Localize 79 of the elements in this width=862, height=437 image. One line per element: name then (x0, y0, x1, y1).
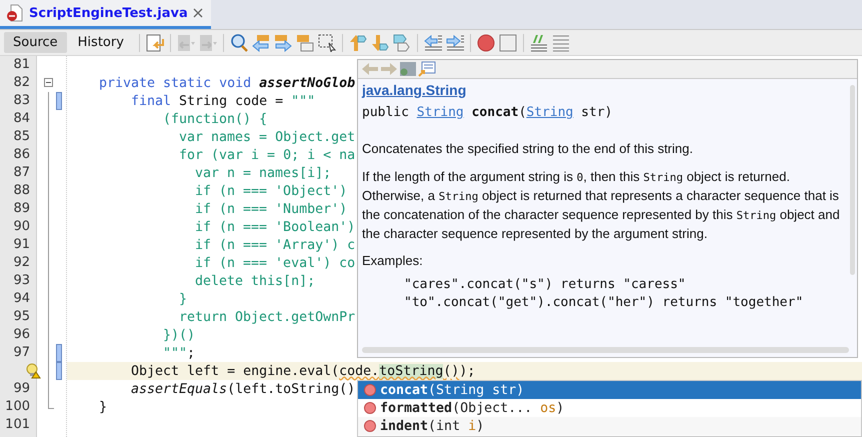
code-line: """; (163, 346, 196, 360)
next-bookmark-button[interactable] (370, 34, 389, 52)
line-number: 89 (13, 200, 30, 218)
line-number: 97 (13, 344, 30, 362)
completion-item[interactable]: indent(int i) (358, 417, 861, 435)
line-number: 85 (13, 128, 30, 146)
view-tab[interactable]: Source (4, 32, 67, 53)
find-next-button[interactable] (274, 34, 292, 52)
code-line: })() (163, 328, 196, 342)
file-tab[interactable]: ScriptEngineTest.java (0, 0, 211, 29)
code-line: if (n === 'eval') co (195, 256, 356, 270)
method-icon (364, 420, 376, 432)
code-line: if (n === 'Boolean') (195, 220, 356, 234)
code-line: assertEquals(left.toString() (131, 382, 356, 396)
comment-button[interactable] (530, 34, 548, 52)
method-icon (364, 384, 376, 396)
line-number: 90 (13, 218, 30, 236)
code-line: } (179, 292, 188, 306)
close-icon[interactable] (192, 8, 203, 18)
line-number: 93 (13, 272, 30, 290)
completion-item[interactable]: concat(String str) (358, 381, 861, 399)
code-line: var n = names[i]; (195, 166, 332, 180)
forward-icon[interactable] (380, 61, 398, 77)
rect-select-button[interactable] (318, 34, 336, 52)
code-line: for (var i = 0; i < na (179, 148, 356, 162)
line-number: 95 (13, 308, 30, 326)
line-number: 81 (13, 56, 30, 74)
line-number: 84 (13, 110, 30, 128)
last-edit-button[interactable] (146, 34, 164, 52)
scrollbar[interactable] (362, 347, 849, 353)
examples-label: Examples: (362, 253, 423, 268)
uncomment-button[interactable] (552, 34, 570, 52)
prev-bookmark-button[interactable] (348, 34, 367, 52)
source-icon[interactable] (418, 61, 436, 77)
class-link[interactable]: java.lang.String (362, 82, 466, 98)
scrollbar[interactable] (850, 85, 855, 275)
code-line: if (n === 'Array') c (195, 238, 356, 252)
line-number: 99 (13, 380, 30, 398)
code-line: private static void assertNoGlob (99, 76, 356, 90)
code-line: return Object.getOwnPr (179, 310, 356, 324)
line-number: 83 (13, 92, 30, 110)
record-button[interactable] (476, 34, 495, 52)
line-number: 86 (13, 146, 30, 164)
line-number: 91 (13, 236, 30, 254)
example-code: "cares".concat("s") returns "caress" (404, 276, 686, 294)
summary-text: Concatenates the specified string to the end of this string. (362, 140, 694, 158)
code-line: Object left = engine.eval(code.toString()); (131, 364, 476, 378)
line-number: 96 (13, 326, 30, 344)
back-icon[interactable] (361, 61, 379, 77)
code-line: if (n === 'Number') (195, 202, 348, 216)
method-icon (364, 402, 376, 414)
fold-toggle[interactable] (44, 78, 53, 87)
stop-button[interactable] (498, 34, 517, 52)
line-number: 82 (13, 74, 30, 92)
find-prev-button[interactable] (252, 34, 270, 52)
line-number: 94 (13, 290, 30, 308)
line-number: 100 (5, 398, 30, 416)
code-line: var names = Object.get (179, 130, 356, 144)
code-line: } (99, 400, 108, 414)
code-line: if (n === 'Object') (195, 184, 348, 198)
shift-left-button[interactable] (424, 34, 442, 52)
file-tab-title: ScriptEngineTest.java (29, 6, 188, 20)
lightbulb-icon[interactable] (25, 363, 41, 379)
example-code: "to".concat("get").concat("her") returns "together" (404, 294, 804, 312)
line-number: 101 (5, 416, 30, 434)
line-number: 87 (13, 164, 30, 182)
view-tab[interactable]: History (68, 32, 133, 53)
description-text: If the length of the argument string is 0, then this String object is returned. Otherwise, a String object is returned that represents a character sequence that is the concatenation of the character sequence represented by this String object and the character sequence represented by the argument string. (362, 168, 841, 243)
shift-right-button[interactable] (446, 34, 464, 52)
find-button[interactable] (230, 34, 248, 52)
line-number: 92 (13, 254, 30, 272)
toggle-bookmark-button[interactable] (392, 34, 411, 52)
code-line: delete this[n]; (195, 274, 316, 288)
line-number: 88 (13, 182, 30, 200)
code-line: final String code = """ (131, 94, 316, 108)
browser-icon[interactable] (399, 61, 417, 77)
code-line: (function() { (163, 112, 268, 126)
method-signature: public String concat(String str) (362, 105, 612, 120)
java-file-icon (6, 4, 24, 22)
